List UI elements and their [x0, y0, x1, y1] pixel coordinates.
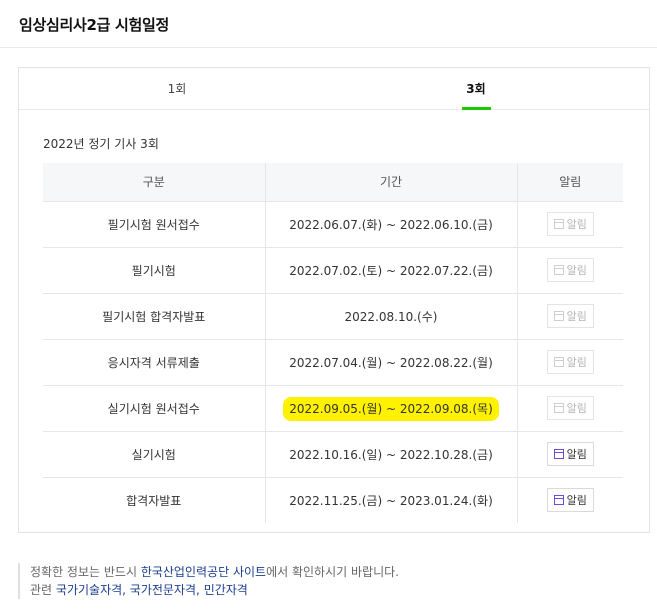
alarm-button[interactable]: 알림 — [546, 396, 594, 420]
table-row: 필기시험 원서접수 2022.06.07.(화) ~ 2022.06.10.(금)… — [43, 201, 623, 248]
alarm-label: 알림 — [566, 356, 587, 369]
row-period: 2022.07.04.(월) ~ 2022.08.22.(월) — [289, 355, 493, 370]
row-period-cell: 2022.07.04.(월) ~ 2022.08.22.(월) — [264, 339, 517, 386]
related-label: 관련 — [30, 583, 56, 597]
calendar-icon — [553, 449, 564, 459]
alarm-label: 알림 — [566, 448, 587, 461]
calendar-icon — [553, 403, 564, 413]
alarm-button[interactable]: 알림 — [546, 488, 594, 513]
calendar-icon — [553, 357, 564, 367]
row-period-cell: 2022.10.16.(일) ~ 2022.10.28.(금) — [264, 431, 517, 478]
row-alarm-cell: 알림 — [516, 431, 623, 478]
notice-line: 정확한 정보는 반드시 한국산업인력공단 사이트에서 확인하시기 바랍니다. — [30, 563, 399, 581]
tab-round-1[interactable]: 1회 — [157, 68, 197, 110]
row-category: 필기시험 원서접수 — [43, 201, 265, 248]
table-row: 필기시험 2022.07.02.(토) ~ 2022.07.22.(금) 알림 — [43, 247, 623, 294]
active-tab-underline — [462, 107, 491, 110]
header-category: 구분 — [43, 163, 265, 202]
row-period: 2022.10.16.(일) ~ 2022.10.28.(금) — [289, 447, 493, 462]
table-body: 필기시험 원서접수 2022.06.07.(화) ~ 2022.06.10.(금)… — [43, 201, 623, 523]
row-category: 실기시험 원서접수 — [43, 385, 265, 432]
tab-round-3[interactable]: 3회 — [461, 68, 491, 110]
calendar-icon — [553, 219, 564, 229]
alarm-button[interactable]: 알림 — [546, 212, 594, 236]
row-period-cell: 2022.09.05.(월) ~ 2022.09.08.(목) — [264, 385, 517, 432]
table-row: 실기시험 원서접수 2022.09.05.(월) ~ 2022.09.08.(목)… — [43, 385, 623, 432]
row-alarm-cell: 알림 — [516, 477, 623, 523]
row-period-cell: 2022.11.25.(금) ~ 2023.01.24.(화) — [264, 477, 517, 523]
row-alarm-cell: 알림 — [516, 339, 623, 386]
section-title: 2022년 정기 기사 3회 — [43, 137, 159, 151]
row-period-cell: 2022.07.02.(토) ~ 2022.07.22.(금) — [264, 247, 517, 294]
related-line: 관련 국가기술자격, 국가전문자격, 민간자격 — [30, 581, 399, 599]
row-period-highlighted: 2022.09.05.(월) ~ 2022.09.08.(목) — [285, 398, 497, 419]
related-link-private[interactable]: 민간자격 — [204, 583, 248, 597]
schedule-card: 1회 3회 2022년 정기 기사 3회 구분 기간 알림 필기시험 원서접수 2… — [18, 67, 650, 533]
row-period: 2022.08.10.(수) — [344, 309, 438, 324]
calendar-icon — [553, 495, 564, 506]
table-row: 합격자발표 2022.11.25.(금) ~ 2023.01.24.(화) 알림 — [43, 477, 623, 523]
row-alarm-cell: 알림 — [516, 385, 623, 432]
related-separator: , — [196, 583, 204, 597]
table-header-row: 구분 기간 알림 — [43, 163, 623, 202]
row-category: 필기시험 합격자발표 — [43, 293, 265, 340]
alarm-button[interactable]: 알림 — [546, 304, 594, 328]
alarm-label: 알림 — [566, 264, 587, 277]
related-separator: , — [122, 583, 130, 597]
row-alarm-cell: 알림 — [516, 293, 623, 340]
alarm-label: 알림 — [566, 402, 587, 415]
page-title: 임상심리사2급 시험일정 — [19, 16, 170, 34]
row-category: 합격자발표 — [126, 493, 182, 508]
title-divider — [0, 47, 657, 48]
calendar-icon — [553, 311, 564, 321]
row-period: 2022.06.07.(화) ~ 2022.06.10.(금) — [289, 217, 493, 232]
alarm-label: 알림 — [566, 494, 587, 508]
calendar-icon — [553, 265, 564, 275]
hrdkorea-link[interactable]: 한국산업인력공단 사이트 — [141, 565, 266, 579]
related-link-national-technical[interactable]: 국가기술자격 — [56, 583, 122, 597]
row-category: 필기시험 — [43, 247, 265, 294]
row-category: 응시자격 서류제출 — [43, 339, 265, 386]
row-period-cell: 2022.08.10.(수) — [264, 293, 517, 340]
table-row: 필기시험 합격자발표 2022.08.10.(수) 알림 — [43, 293, 623, 340]
table-row: 실기시험 2022.10.16.(일) ~ 2022.10.28.(금) 알림 — [43, 431, 623, 478]
alarm-button[interactable]: 알림 — [546, 442, 594, 466]
alarm-label: 알림 — [566, 218, 587, 231]
round-tabs: 1회 3회 — [19, 68, 649, 110]
row-alarm-cell: 알림 — [516, 247, 623, 294]
notice-text-before: 정확한 정보는 반드시 — [30, 565, 141, 579]
notice-text-after: 에서 확인하시기 바랍니다. — [266, 565, 399, 579]
alarm-button[interactable]: 알림 — [546, 350, 594, 374]
header-alarm: 알림 — [516, 163, 623, 202]
schedule-table: 구분 기간 알림 필기시험 원서접수 2022.06.07.(화) ~ 2022.… — [43, 163, 623, 523]
related-link-national-professional[interactable]: 국가전문자격 — [130, 583, 196, 597]
row-period: 2022.07.02.(토) ~ 2022.07.22.(금) — [289, 263, 493, 278]
row-period-cell: 2022.06.07.(화) ~ 2022.06.10.(금) — [264, 201, 517, 248]
table-row: 응시자격 서류제출 2022.07.04.(월) ~ 2022.08.22.(월)… — [43, 339, 623, 386]
header-period: 기간 — [264, 163, 517, 202]
notice: 정확한 정보는 반드시 한국산업인력공단 사이트에서 확인하시기 바랍니다. 관… — [18, 563, 399, 599]
row-alarm-cell: 알림 — [516, 201, 623, 248]
row-category: 실기시험 — [43, 431, 265, 478]
alarm-button[interactable]: 알림 — [546, 258, 594, 282]
row-period: 2022.11.25.(금) ~ 2023.01.24.(화) — [289, 493, 493, 508]
alarm-label: 알림 — [566, 310, 587, 323]
